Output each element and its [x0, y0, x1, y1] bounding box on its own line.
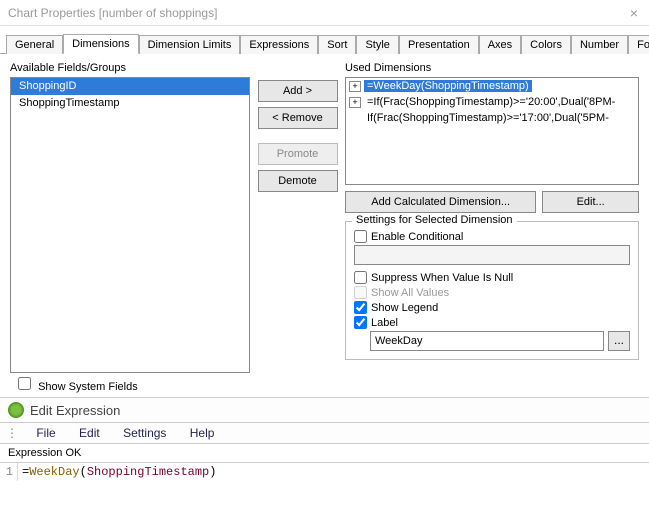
code-paren: )	[209, 465, 216, 479]
line-number: 1	[0, 463, 18, 481]
list-item[interactable]: ShoppingID	[11, 78, 249, 95]
tab-general[interactable]: General	[6, 35, 63, 54]
tab-sort[interactable]: Sort	[318, 35, 356, 54]
label-input[interactable]	[370, 331, 604, 351]
label-checkbox[interactable]	[354, 316, 367, 329]
add-button[interactable]: Add >	[258, 80, 338, 102]
show-system-fields-row: Show System Fields	[0, 377, 649, 397]
dimension-expression: =WeekDay(ShoppingTimestamp)	[364, 80, 532, 92]
group-legend: Settings for Selected Dimension	[352, 214, 517, 226]
titlebar: Chart Properties [number of shoppings] ×	[0, 0, 649, 26]
available-fields-label: Available Fields/Groups	[10, 62, 250, 74]
expression-status: Expression OK	[0, 444, 649, 463]
available-fields-section: Available Fields/Groups ShoppingID Shopp…	[10, 62, 250, 373]
suppress-null-checkbox[interactable]	[354, 271, 367, 284]
edit-expression-title: Edit Expression	[30, 403, 120, 418]
close-icon[interactable]: ×	[627, 5, 641, 21]
enable-conditional-checkbox[interactable]	[354, 230, 367, 243]
used-dimensions-section: Used Dimensions + =WeekDay(ShoppingTimes…	[345, 62, 639, 373]
enable-conditional-label: Enable Conditional	[371, 231, 463, 243]
expand-icon[interactable]: +	[349, 81, 361, 92]
list-item[interactable]: + =WeekDay(ShoppingTimestamp)	[346, 78, 638, 94]
grip-icon: ⋮	[6, 426, 19, 440]
editor-menu-bar: ⋮ File Edit Settings Help	[0, 423, 649, 444]
transfer-buttons: Add > < Remove Promote Demote	[250, 62, 345, 373]
demote-button[interactable]: Demote	[258, 170, 338, 192]
remove-button[interactable]: < Remove	[258, 107, 338, 129]
menu-settings[interactable]: Settings	[123, 426, 166, 440]
tab-presentation[interactable]: Presentation	[399, 35, 479, 54]
expression-code[interactable]: =WeekDay(ShoppingTimestamp)	[18, 463, 649, 481]
code-paren: (	[80, 465, 87, 479]
label-label: Label	[371, 317, 398, 329]
tab-expressions[interactable]: Expressions	[240, 35, 318, 54]
add-calculated-dimension-button[interactable]: Add Calculated Dimension...	[345, 191, 536, 213]
tab-strip: General Dimensions Dimension Limits Expr…	[0, 26, 649, 54]
window-title: Chart Properties [number of shoppings]	[8, 6, 627, 20]
code-argument: ShoppingTimestamp	[87, 465, 209, 479]
suppress-null-label: Suppress When Value Is Null	[371, 272, 513, 284]
tab-number[interactable]: Number	[571, 35, 628, 54]
show-legend-checkbox[interactable]	[354, 301, 367, 314]
tab-font[interactable]: Font	[628, 35, 649, 54]
tab-dimension-limits[interactable]: Dimension Limits	[139, 35, 241, 54]
list-item[interactable]: If(Frac(ShoppingTimestamp)>='17:00',Dual…	[346, 110, 638, 126]
label-browse-button[interactable]: ...	[608, 331, 630, 351]
edit-dimension-button[interactable]: Edit...	[542, 191, 639, 213]
show-all-values-label: Show All Values	[371, 287, 449, 299]
available-fields-list[interactable]: ShoppingID ShoppingTimestamp	[10, 77, 250, 373]
conditional-expression-input	[354, 245, 630, 265]
menu-file[interactable]: File	[36, 426, 55, 440]
dimensions-panel: Available Fields/Groups ShoppingID Shopp…	[0, 54, 649, 377]
menu-edit[interactable]: Edit	[79, 426, 100, 440]
promote-button[interactable]: Promote	[258, 143, 338, 165]
tab-dimensions[interactable]: Dimensions	[63, 34, 138, 54]
dimension-expression: If(Frac(ShoppingTimestamp)>='17:00',Dual…	[364, 112, 612, 124]
tab-axes[interactable]: Axes	[479, 35, 521, 54]
show-all-values-checkbox	[354, 286, 367, 299]
show-system-fields-checkbox[interactable]	[18, 377, 31, 390]
show-system-fields-label: Show System Fields	[38, 381, 138, 393]
edit-expression-titlebar: Edit Expression	[0, 397, 649, 423]
expression-editor[interactable]: 1 =WeekDay(ShoppingTimestamp)	[0, 463, 649, 481]
code-function: WeekDay	[29, 465, 79, 479]
show-legend-label: Show Legend	[371, 302, 438, 314]
list-item[interactable]: ShoppingTimestamp	[11, 95, 249, 112]
tab-style[interactable]: Style	[356, 35, 398, 54]
menu-help[interactable]: Help	[190, 426, 215, 440]
used-dimensions-list[interactable]: + =WeekDay(ShoppingTimestamp) + =If(Frac…	[345, 77, 639, 185]
expand-icon[interactable]: +	[349, 97, 361, 108]
gear-icon	[8, 402, 24, 418]
used-dimensions-label: Used Dimensions	[345, 62, 639, 74]
dimension-settings-group: Settings for Selected Dimension Enable C…	[345, 221, 639, 360]
tab-colors[interactable]: Colors	[521, 35, 571, 54]
dimension-expression: =If(Frac(ShoppingTimestamp)>='20:00',Dua…	[364, 96, 618, 108]
list-item[interactable]: + =If(Frac(ShoppingTimestamp)>='20:00',D…	[346, 94, 638, 110]
